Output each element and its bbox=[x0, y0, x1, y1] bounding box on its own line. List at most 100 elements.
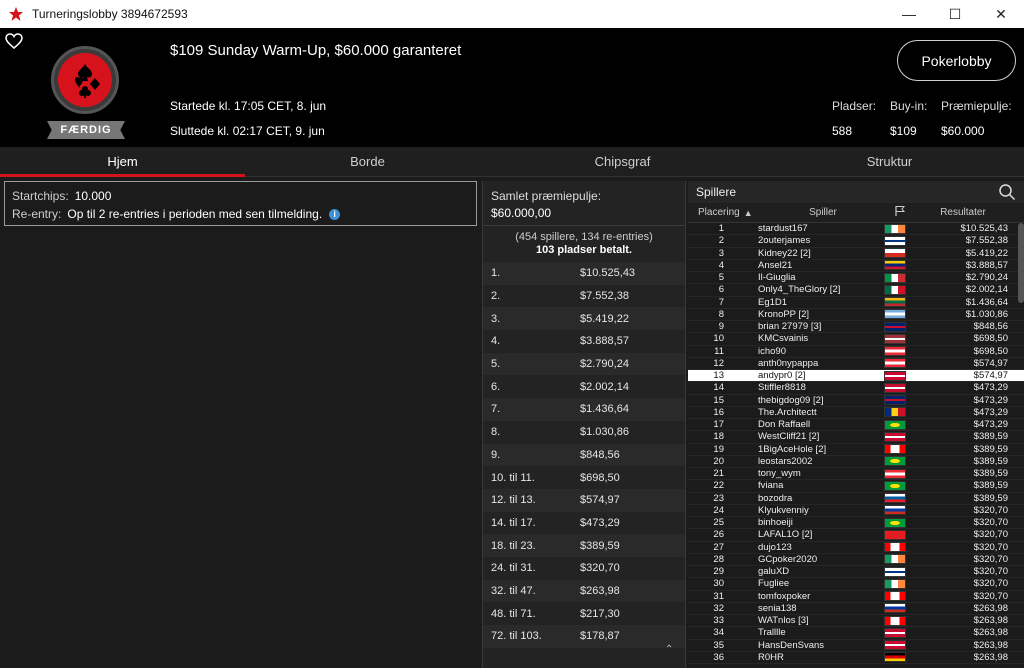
tab-chip-graph[interactable]: Chipsgraf bbox=[490, 147, 755, 176]
player-row[interactable]: 8 KronoPP [2] $1.030,86 bbox=[688, 308, 1024, 321]
player-row[interactable]: 22 fviana $389,59 bbox=[688, 480, 1024, 493]
player-row[interactable]: 27 dujo123 $320,70 bbox=[688, 541, 1024, 554]
poker-lobby-button[interactable]: Pokerlobby bbox=[897, 40, 1016, 81]
player-result: $473,29 bbox=[973, 382, 1008, 394]
payout-place: 72. til 103. bbox=[491, 630, 542, 643]
player-rank: 25 bbox=[713, 517, 724, 529]
payout-amount: $7.552,38 bbox=[580, 290, 629, 303]
payout-place: 8. bbox=[491, 426, 501, 439]
chevron-up-icon[interactable]: ⌃ bbox=[665, 644, 673, 655]
player-row[interactable]: 36 R0HR $263,98 bbox=[688, 651, 1024, 664]
player-rank: 29 bbox=[713, 566, 724, 578]
player-result: $1.030,86 bbox=[965, 308, 1008, 320]
tournament-info-box: Startchips: 10.000 Re-entry: Op til 2 re… bbox=[4, 181, 477, 226]
payout-row: 18. til 23. $389,59 bbox=[483, 534, 685, 557]
startchips-value: 10.000 bbox=[74, 189, 112, 203]
player-row[interactable]: 4 Ansel21 $3.888,57 bbox=[688, 259, 1024, 272]
player-row[interactable]: 9 brian 27979 [3] $848,56 bbox=[688, 321, 1024, 334]
info-icon[interactable]: i bbox=[329, 208, 341, 220]
heart-icon[interactable] bbox=[5, 33, 23, 49]
player-row[interactable]: 1 stardust167 $10.525,43 bbox=[688, 223, 1024, 236]
player-row[interactable]: 24 Klyukvenniy $320,70 bbox=[688, 504, 1024, 517]
player-rank: 33 bbox=[713, 615, 724, 627]
startchips-row: Startchips: 10.000 bbox=[12, 187, 469, 205]
player-result: $389,59 bbox=[973, 468, 1008, 480]
column-results[interactable]: Resultater bbox=[914, 207, 1012, 218]
player-row[interactable]: 20 leostars2002 $389,59 bbox=[688, 455, 1024, 468]
player-row[interactable]: 30 Fugliee $320,70 bbox=[688, 578, 1024, 591]
window-title: Turneringslobby 3894672593 bbox=[32, 7, 188, 21]
player-row[interactable]: 18 WestCliff21 [2] $389,59 bbox=[688, 431, 1024, 444]
player-row[interactable]: 29 galuXD $320,70 bbox=[688, 566, 1024, 579]
player-row[interactable]: 3 Kidney22 [2] $5.419,22 bbox=[688, 247, 1024, 260]
player-rank: 4 bbox=[718, 259, 724, 271]
payout-row: 2. $7.552,38 bbox=[483, 285, 685, 308]
player-rank: 23 bbox=[713, 492, 724, 504]
minimize-button[interactable]: — bbox=[886, 0, 932, 28]
player-row[interactable]: 10 KMCsvainis $698,50 bbox=[688, 333, 1024, 346]
player-row[interactable]: 19 1BigAceHole [2] $389,59 bbox=[688, 443, 1024, 456]
player-result: $263,98 bbox=[973, 639, 1008, 651]
prize-pool-label: Samlet præmiepulje: bbox=[491, 189, 602, 203]
player-row[interactable]: 34 Tralllle $263,98 bbox=[688, 627, 1024, 640]
player-row[interactable]: 28 GCpoker2020 $320,70 bbox=[688, 553, 1024, 566]
player-row[interactable]: 5 Il-Giuglia $2.790,24 bbox=[688, 272, 1024, 285]
player-result: $263,98 bbox=[973, 651, 1008, 663]
player-result: $389,59 bbox=[973, 455, 1008, 467]
payout-place: 9. bbox=[491, 448, 501, 461]
player-row[interactable]: 32 senia138 $263,98 bbox=[688, 602, 1024, 615]
payout-place: 32. til 47. bbox=[491, 584, 536, 597]
payout-amount: $3.888,57 bbox=[580, 335, 629, 348]
tab-structure[interactable]: Struktur bbox=[755, 147, 1024, 176]
prizepool-label: Præmiepulje: bbox=[941, 99, 1012, 113]
seats-value: 588 bbox=[832, 124, 853, 138]
player-rank: 31 bbox=[713, 590, 724, 602]
maximize-button[interactable]: ☐ bbox=[932, 0, 978, 28]
player-row[interactable]: 23 bozodra $389,59 bbox=[688, 492, 1024, 505]
player-row[interactable]: 31 tomfoxpoker $320,70 bbox=[688, 590, 1024, 603]
player-row[interactable]: 25 binhoeiji $320,70 bbox=[688, 517, 1024, 530]
player-rank: 14 bbox=[713, 382, 724, 394]
player-row[interactable]: 21 tony_wym $389,59 bbox=[688, 468, 1024, 481]
player-row[interactable]: 15 thebigdog09 [2] $473,29 bbox=[688, 394, 1024, 407]
player-row[interactable]: 17 Don Raffaell $473,29 bbox=[688, 419, 1024, 432]
players-list: 1 stardust167 $10.525,43 2 2outerjames $7.552… bbox=[688, 223, 1024, 666]
search-icon[interactable] bbox=[998, 183, 1016, 201]
player-row[interactable]: 12 anth0nypappa $574,97 bbox=[688, 357, 1024, 370]
country-flag-icon bbox=[884, 321, 906, 332]
player-row[interactable]: 33 WATnlos [3] $263,98 bbox=[688, 615, 1024, 628]
payout-amount: $320,70 bbox=[580, 562, 620, 575]
player-name: bozodra bbox=[758, 492, 793, 504]
country-flag-icon bbox=[884, 505, 906, 516]
players-scrollbar[interactable] bbox=[1018, 223, 1024, 303]
column-place[interactable]: Placering ▲ bbox=[688, 207, 760, 218]
country-flag-icon bbox=[884, 297, 906, 308]
player-result: $263,98 bbox=[973, 627, 1008, 639]
player-row[interactable]: 7 Eg1D1 $1.436,64 bbox=[688, 296, 1024, 309]
column-player[interactable]: Spiller bbox=[760, 207, 886, 218]
player-row[interactable]: 6 Only4_TheGlory [2] $2.002,14 bbox=[688, 284, 1024, 297]
player-row[interactable]: 35 HansDenSvans $263,98 bbox=[688, 639, 1024, 652]
country-flag-icon bbox=[884, 407, 906, 418]
close-button[interactable]: ✕ bbox=[978, 0, 1024, 28]
tab-home[interactable]: Hjem bbox=[0, 147, 245, 177]
payout-row: 5. $2.790,24 bbox=[483, 352, 685, 376]
payout-amount: $2.002,14 bbox=[580, 380, 629, 393]
player-rank: 30 bbox=[713, 578, 724, 590]
payout-list: 1. $10.525,43 2. $7.552,38 3. $5.419,22 4. $3.8… bbox=[483, 262, 685, 648]
tab-tables[interactable]: Borde bbox=[245, 147, 490, 176]
player-row[interactable]: 2 2outerjames $7.552,38 bbox=[688, 235, 1024, 248]
places-paid: 103 pladser betalt. bbox=[536, 244, 632, 256]
player-result: $698,50 bbox=[973, 333, 1008, 345]
country-flag-icon bbox=[884, 235, 906, 246]
payout-place: 2. bbox=[491, 290, 501, 303]
player-row[interactable]: 26 LAFAL1O [2] $320,70 bbox=[688, 529, 1024, 542]
player-result: $10.525,43 bbox=[960, 223, 1008, 235]
player-row[interactable]: 16 The.Architectt $473,29 bbox=[688, 406, 1024, 419]
column-country[interactable] bbox=[886, 205, 914, 220]
country-flag-icon bbox=[884, 615, 906, 626]
player-result: $698,50 bbox=[973, 345, 1008, 357]
player-row[interactable]: 14 Stiffler8818 $473,29 bbox=[688, 382, 1024, 395]
player-row[interactable]: 11 icho90 $698,50 bbox=[688, 345, 1024, 358]
player-row[interactable]: 13 andypr0 [2] $574,97 bbox=[688, 370, 1024, 383]
